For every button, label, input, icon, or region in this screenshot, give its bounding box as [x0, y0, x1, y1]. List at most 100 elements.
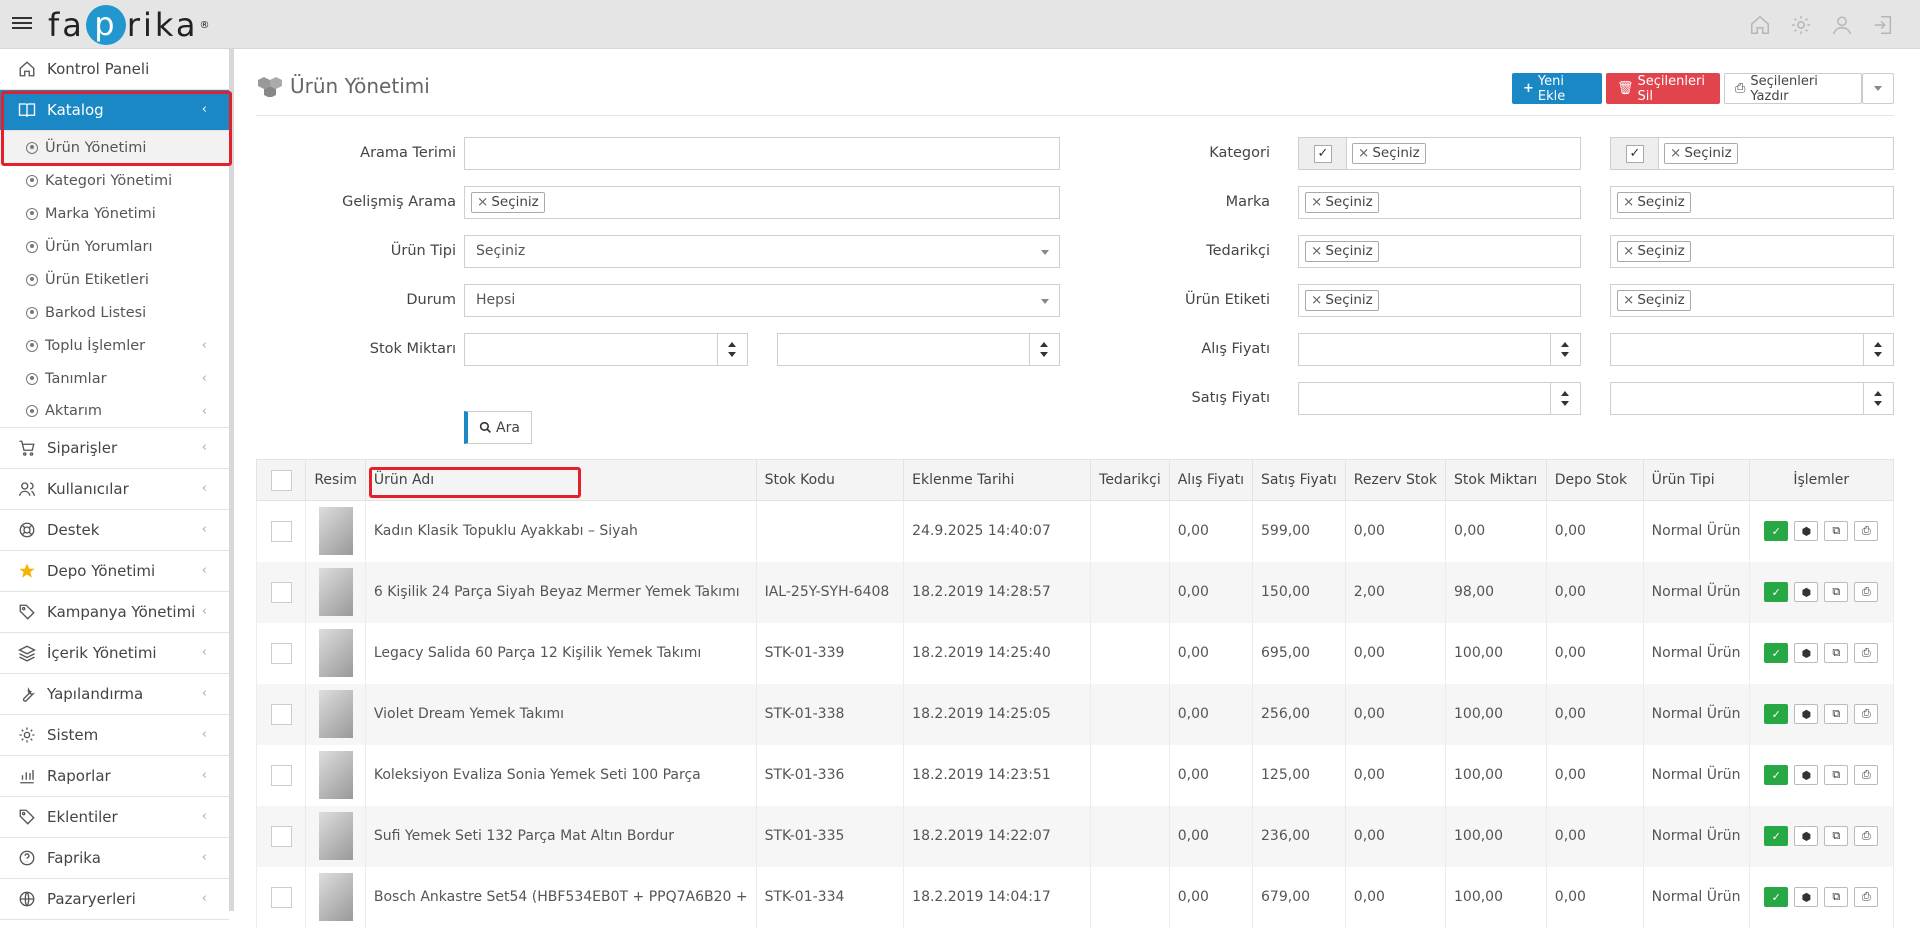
product-name[interactable]: Violet Dream Yemek Takımı	[364, 683, 757, 745]
product-label-select-1[interactable]: × Seçiniz	[1298, 284, 1581, 317]
hamburger-menu-icon[interactable]	[12, 14, 32, 32]
sidebar-subitem-toplu-islemler[interactable]: Toplu İşlemler ‹	[0, 329, 229, 362]
print-selected-button[interactable]: ⎙ Seçilenleri Yazdır	[1724, 73, 1862, 104]
user-icon[interactable]	[1831, 14, 1853, 36]
approve-check-icon[interactable]: ✓	[1764, 582, 1789, 602]
row-checkbox[interactable]	[270, 520, 292, 542]
tag-seciniz[interactable]: × Seçiniz	[1305, 192, 1379, 213]
search-term-input[interactable]	[464, 137, 1060, 170]
cubes-icon[interactable]: ⬢	[1794, 582, 1819, 602]
sidebar-item-sistem[interactable]: Sistem ‹	[0, 715, 229, 756]
header-satis-fiyati[interactable]: Satış Fiyatı	[1252, 459, 1346, 501]
number-spinner[interactable]	[1550, 383, 1580, 414]
sidebar-item-destek[interactable]: Destek ‹	[0, 510, 229, 551]
product-thumbnail[interactable]	[318, 812, 353, 860]
remove-tag-icon[interactable]: ×	[1311, 194, 1322, 210]
copy-icon[interactable]: ⧉	[1824, 887, 1849, 907]
sidebar-subitem-urun-yonetimi[interactable]: Ürün Yönetimi	[0, 131, 229, 164]
search-button[interactable]: Ara	[464, 411, 532, 444]
row-select-cell[interactable]	[255, 622, 307, 684]
header-eklenme-tarihi[interactable]: Eklenme Tarihi	[903, 459, 1092, 501]
sidebar-subitem-aktarim[interactable]: Aktarım ‹	[0, 395, 229, 428]
product-thumbnail[interactable]	[318, 751, 353, 799]
cubes-icon[interactable]: ⬢	[1794, 826, 1819, 846]
header-depo-stok[interactable]: Depo Stok	[1545, 459, 1644, 501]
product-name[interactable]: 6 Kişilik 24 Parça Siyah Beyaz Mermer Ye…	[364, 561, 757, 623]
product-thumbnail[interactable]	[318, 507, 353, 556]
approve-check-icon[interactable]: ✓	[1764, 643, 1789, 663]
product-name[interactable]: Kadın Klasik Topuklu Ayakkabı – Siyah	[364, 500, 757, 562]
cubes-icon[interactable]: ⬢	[1794, 521, 1819, 542]
copy-icon[interactable]: ⧉	[1824, 521, 1849, 542]
number-spinner[interactable]	[717, 334, 747, 365]
printer-icon[interactable]: ⎙	[1854, 521, 1879, 542]
row-select-cell[interactable]	[255, 866, 307, 928]
product-thumbnail[interactable]	[318, 629, 353, 677]
sidebar-item-katalog[interactable]: Katalog ‹	[0, 90, 229, 131]
remove-tag-icon[interactable]: ×	[1311, 292, 1322, 308]
remove-tag-icon[interactable]: ×	[1623, 243, 1634, 259]
number-spinner[interactable]	[1029, 334, 1059, 365]
header-alis-fiyati[interactable]: Alış Fiyatı	[1168, 459, 1254, 501]
product-type-select[interactable]: Seçiniz	[464, 235, 1060, 268]
tag-seciniz[interactable]: × Seçiniz	[1617, 241, 1691, 262]
stock-min-input[interactable]	[464, 333, 748, 366]
approve-check-icon[interactable]: ✓	[1764, 521, 1789, 542]
sidebar-item-depo-yonetimi[interactable]: Depo Yönetimi ‹	[0, 551, 229, 592]
row-select-cell[interactable]	[255, 805, 307, 867]
number-spinner[interactable]	[1550, 334, 1580, 365]
tag-seciniz[interactable]: × Seçiniz	[1352, 143, 1426, 164]
home-icon[interactable]	[1749, 14, 1771, 36]
sidebar-subitem-marka-yonetimi[interactable]: Marka Yönetimi	[0, 197, 229, 230]
row-select-cell[interactable]	[255, 561, 307, 623]
category-select-2[interactable]: ✓ × Seçiniz	[1610, 137, 1894, 170]
remove-tag-icon[interactable]: ×	[1623, 292, 1634, 308]
copy-icon[interactable]: ⧉	[1824, 765, 1849, 785]
print-options-dropdown[interactable]	[1862, 73, 1894, 104]
supplier-select-1[interactable]: × Seçiniz	[1298, 235, 1581, 268]
logout-icon[interactable]	[1872, 14, 1894, 36]
sidebar-subitem-tanimlar[interactable]: Tanımlar ‹	[0, 362, 229, 395]
printer-icon[interactable]: ⎙	[1854, 765, 1879, 785]
printer-icon[interactable]: ⎙	[1854, 887, 1879, 907]
supplier-select-2[interactable]: × Seçiniz	[1610, 235, 1894, 268]
tag-seciniz[interactable]: × Seçiniz	[1617, 192, 1691, 213]
delete-selected-button[interactable]: 🗑 Seçilenleri Sil	[1606, 73, 1720, 104]
tag-seciniz[interactable]: × Seçiniz	[471, 192, 545, 213]
product-name[interactable]: Sufi Yemek Seti 132 Parça Mat Altın Bord…	[364, 805, 757, 867]
include-subcategories-toggle[interactable]: ✓	[1299, 138, 1347, 169]
product-name[interactable]: Koleksiyon Evaliza Sonia Yemek Seti 100 …	[364, 744, 757, 806]
cubes-icon[interactable]: ⬢	[1794, 643, 1819, 663]
tag-seciniz[interactable]: × Seçiniz	[1617, 290, 1691, 311]
tag-seciniz[interactable]: × Seçiniz	[1305, 241, 1379, 262]
sidebar-subitem-kategori-yonetimi[interactable]: Kategori Yönetimi	[0, 164, 229, 197]
sidebar-item-pazaryerleri[interactable]: Pazaryerleri ‹	[0, 879, 229, 920]
select-all-checkbox[interactable]	[270, 469, 292, 491]
sidebar-item-kampanya-yonetimi[interactable]: Kampanya Yönetimi ‹	[0, 592, 229, 633]
buy-price-max-input[interactable]	[1610, 333, 1894, 366]
advanced-search-select[interactable]: × Seçiniz	[464, 186, 1060, 219]
sidebar-subitem-urun-etiketleri[interactable]: Ürün Etiketleri	[0, 263, 229, 296]
sidebar-item-icerik-yonetimi[interactable]: İçerik Yönetimi ‹	[0, 633, 229, 674]
faprika-logo[interactable]: fa p rika ®	[48, 3, 213, 47]
sidebar-item-faprika[interactable]: Faprika ‹	[0, 838, 229, 879]
remove-tag-icon[interactable]: ×	[1358, 145, 1369, 161]
product-thumbnail[interactable]	[318, 568, 353, 616]
gear-icon[interactable]	[1790, 14, 1812, 36]
add-new-button[interactable]: + Yeni Ekle	[1512, 73, 1602, 104]
sidebar-item-eklentiler[interactable]: Eklentiler ‹	[0, 797, 229, 838]
row-select-cell[interactable]	[255, 744, 307, 806]
header-rezerv-stok[interactable]: Rezerv Stok	[1344, 459, 1447, 501]
row-checkbox[interactable]	[270, 642, 292, 664]
product-label-select-2[interactable]: × Seçiniz	[1610, 284, 1894, 317]
number-spinner[interactable]	[1863, 334, 1893, 365]
product-name[interactable]: Legacy Salida 60 Parça 12 Kişilik Yemek …	[364, 622, 757, 684]
approve-check-icon[interactable]: ✓	[1764, 704, 1789, 724]
number-spinner[interactable]	[1863, 383, 1893, 414]
row-checkbox[interactable]	[270, 825, 292, 847]
copy-icon[interactable]: ⧉	[1824, 826, 1849, 846]
row-checkbox[interactable]	[270, 581, 292, 603]
printer-icon[interactable]: ⎙	[1854, 643, 1879, 663]
cubes-icon[interactable]: ⬢	[1794, 887, 1819, 907]
stock-max-input[interactable]	[777, 333, 1060, 366]
